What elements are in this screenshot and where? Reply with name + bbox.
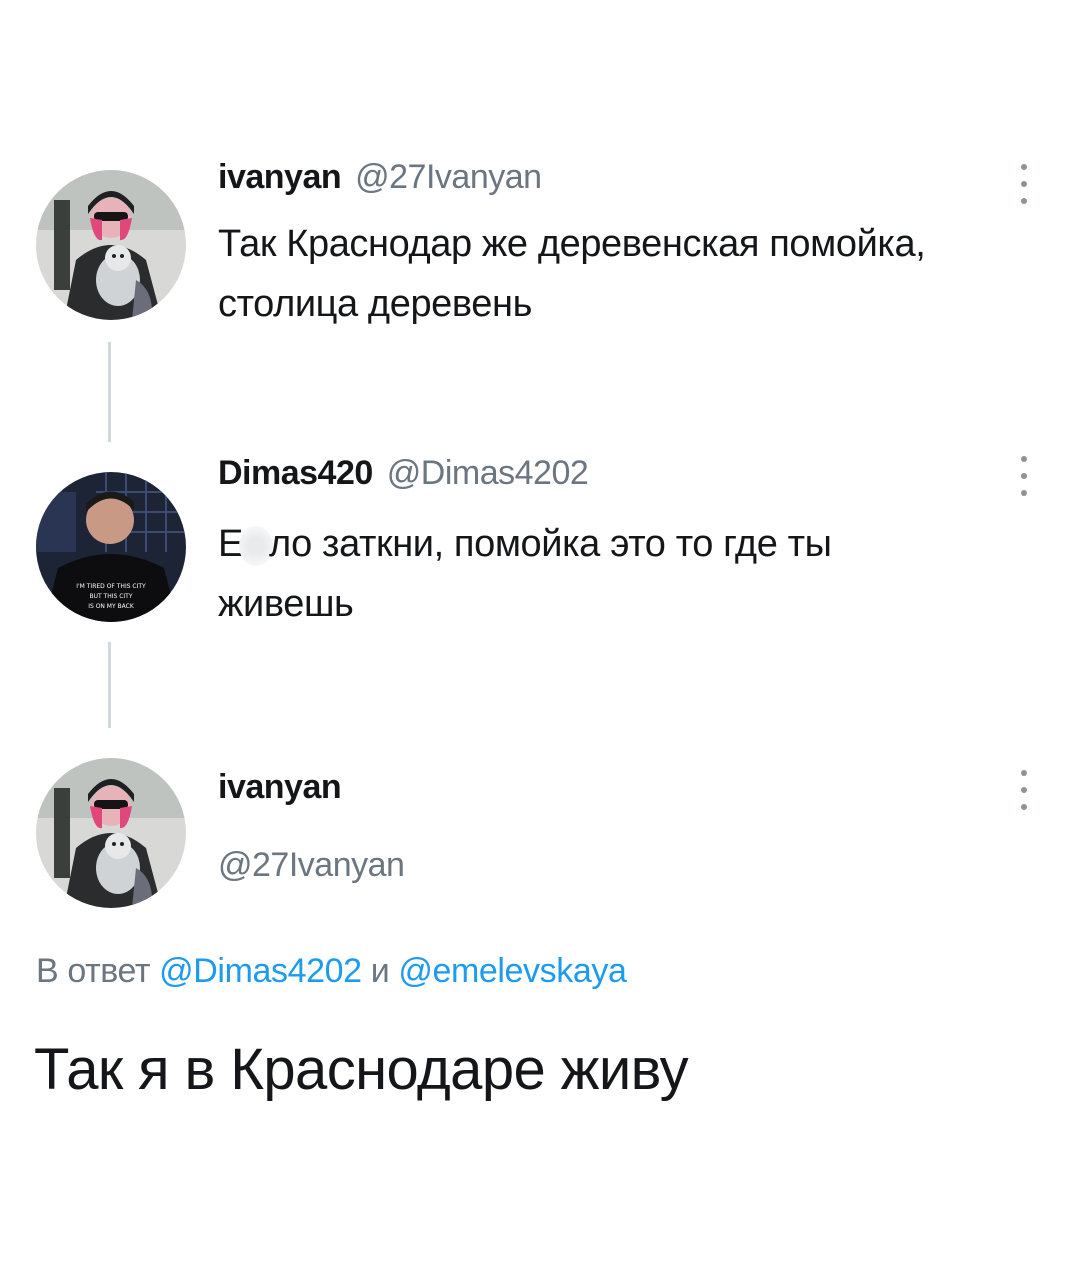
- avatar-dimas420[interactable]: I'M TIRED OF THIS CITY BUT THIS CITY IS …: [36, 472, 186, 622]
- thread-line-2: [108, 642, 111, 728]
- display-name[interactable]: ivanyan: [218, 158, 342, 197]
- thread-line-1: [108, 342, 111, 442]
- reply-prefix: В ответ: [36, 952, 151, 990]
- mention-link[interactable]: @emelevskaya: [398, 952, 627, 990]
- mention-link[interactable]: @Dimas4202: [159, 952, 362, 990]
- display-name[interactable]: ivanyan: [218, 768, 342, 807]
- svg-text:I'M TIRED OF THIS CITY: I'M TIRED OF THIS CITY: [76, 583, 146, 590]
- tweet-1-text: Так Краснодар же деревенская помойка, ст…: [218, 223, 926, 325]
- censor-blur: [238, 525, 273, 566]
- reply-context: В ответ @Dimas4202 и @emelevskaya: [36, 952, 627, 991]
- avatar-ivanyan[interactable]: [36, 170, 186, 320]
- svg-text:IS ON MY BACK: IS ON MY BACK: [88, 603, 135, 610]
- svg-text:BUT THIS CITY: BUT THIS CITY: [89, 593, 132, 600]
- avatar-ivanyan-main[interactable]: [36, 758, 186, 908]
- reply-joiner: и: [370, 952, 390, 990]
- main-tweet-text: Так я в Краснодаре живу: [34, 1037, 689, 1102]
- user-handle[interactable]: @Dimas4202: [387, 454, 589, 493]
- tweet-2-text-rest: ло заткни, помойка это то где ты живешь: [218, 523, 832, 625]
- tweet-1-header: ivanyan @27Ivanyan: [218, 158, 542, 197]
- tweet-2-header: Dimas420 @Dimas4202: [218, 454, 589, 493]
- more-vertical-icon[interactable]: [1014, 164, 1034, 204]
- tweet-2-text: Ело заткни, помойка это то где ты живешь: [218, 514, 958, 634]
- display-name[interactable]: Dimas420: [218, 454, 373, 493]
- user-handle[interactable]: @27Ivanyan: [218, 846, 405, 885]
- user-handle[interactable]: @27Ivanyan: [355, 158, 542, 197]
- more-vertical-icon[interactable]: [1014, 456, 1034, 496]
- more-vertical-icon[interactable]: [1014, 770, 1034, 810]
